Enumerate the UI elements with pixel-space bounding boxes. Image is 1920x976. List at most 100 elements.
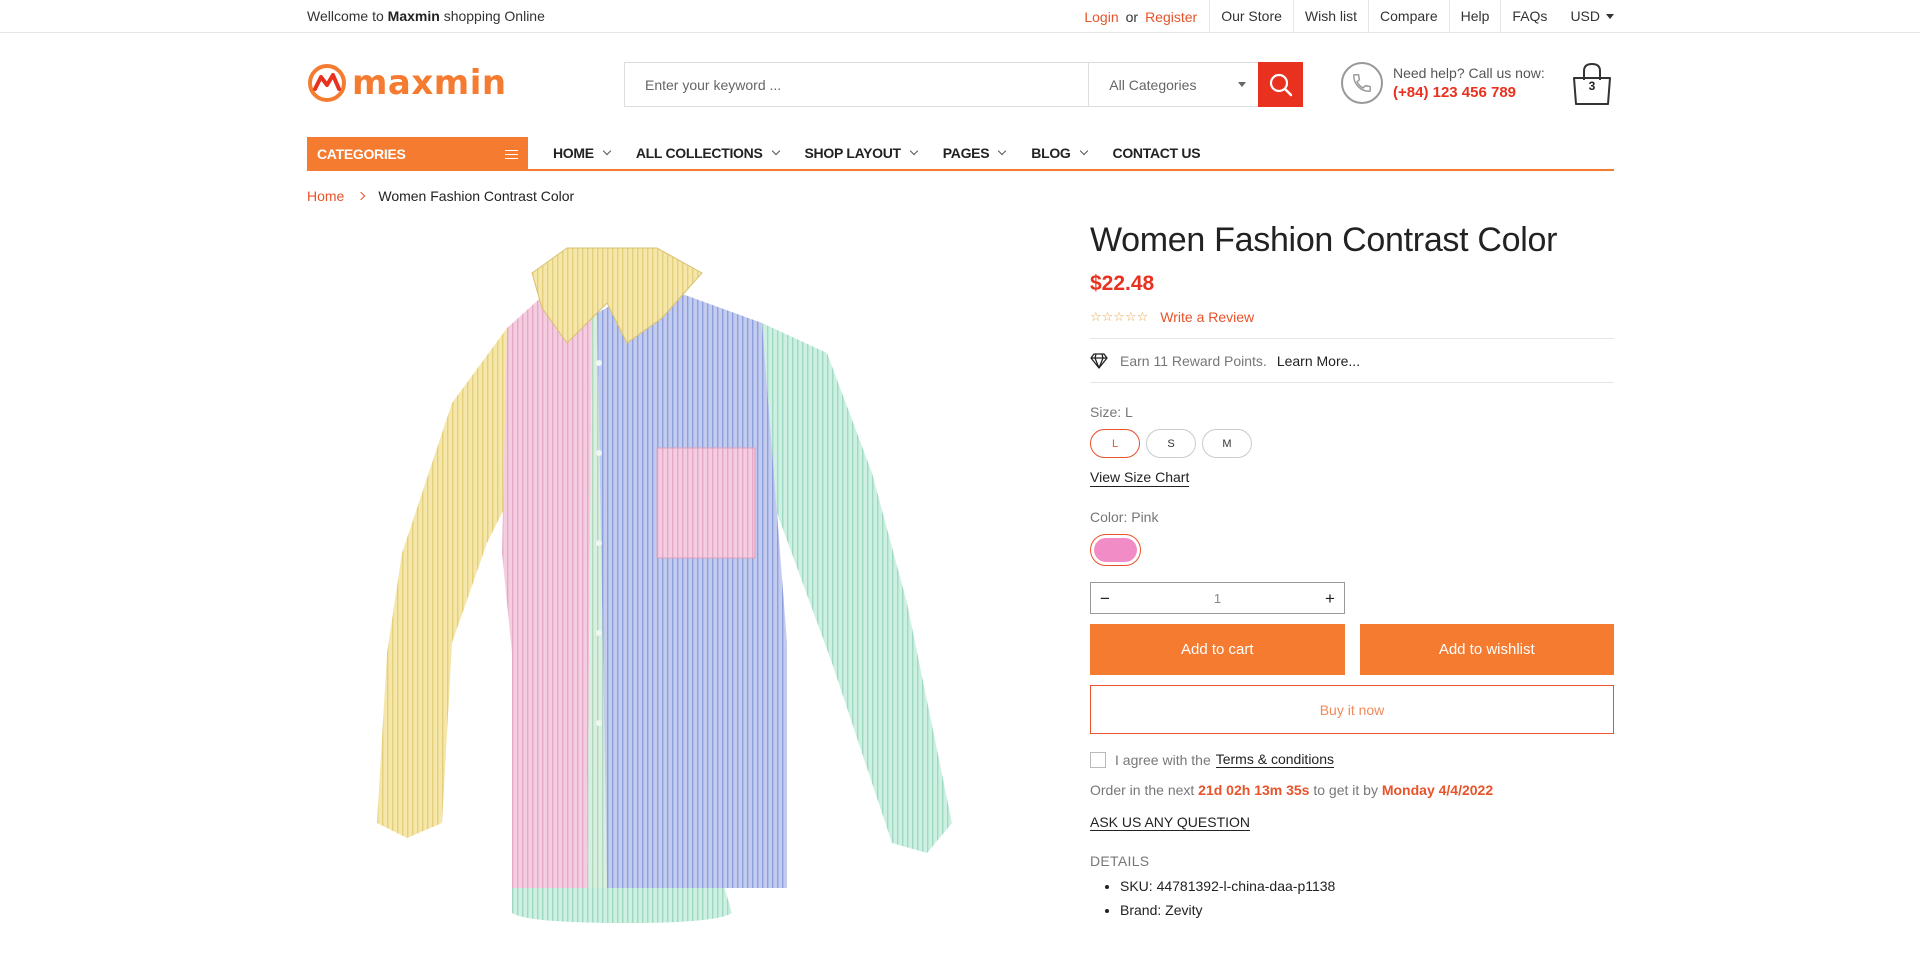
- view-size-chart-link[interactable]: View Size Chart: [1090, 469, 1190, 487]
- nav-item-all-collections[interactable]: ALL COLLECTIONS: [635, 145, 780, 161]
- welcome-prefix: Wellcome to: [307, 8, 384, 24]
- login-link[interactable]: Login: [1084, 9, 1118, 25]
- nav-item-label: BLOG: [1031, 145, 1071, 161]
- chevron-down-icon: [602, 146, 612, 156]
- cart-count: 3: [1588, 79, 1596, 93]
- product-image[interactable]: [307, 223, 1091, 976]
- nav-item-label: HOME: [553, 145, 594, 161]
- buy-now-button[interactable]: Buy it now: [1090, 685, 1614, 734]
- welcome-suffix: shopping Online: [443, 8, 545, 24]
- logo-icon: [308, 64, 346, 102]
- reward-points: Earn 11 Reward Points. Learn More...: [1090, 338, 1614, 383]
- nav-item-shop-layout[interactable]: SHOP LAYOUT: [804, 145, 919, 161]
- register-link[interactable]: Register: [1145, 9, 1197, 25]
- main-nav: CATEGORIES HOME ALL COLLECTIONS SHOP LAY…: [307, 137, 1614, 171]
- currency-value: USD: [1570, 8, 1600, 24]
- compare-link[interactable]: Compare: [1368, 0, 1449, 33]
- order-countdown: Order in the next 21d 02h 13m 35s to get…: [1090, 782, 1614, 798]
- phone-icon: [1341, 62, 1383, 104]
- logo-text: maxmin: [352, 63, 507, 103]
- learn-more-link[interactable]: Learn More...: [1277, 353, 1360, 369]
- nav-item-blog[interactable]: BLOG: [1031, 145, 1088, 161]
- color-label: Color: Pink: [1090, 509, 1159, 525]
- terms-checkbox[interactable]: [1090, 751, 1106, 768]
- size-option-l[interactable]: L: [1090, 429, 1140, 458]
- shirt-illustration: [377, 247, 952, 923]
- size-option-m[interactable]: M: [1202, 429, 1252, 458]
- search-button[interactable]: [1258, 62, 1303, 107]
- category-select-value: All Categories: [1109, 76, 1197, 93]
- or-text: or: [1125, 8, 1139, 25]
- chevron-down-icon: [1079, 146, 1088, 156]
- breadcrumb: Home Women Fashion Contrast Color: [307, 188, 574, 204]
- nav-item-contact-us[interactable]: CONTACT US: [1113, 145, 1201, 161]
- nav-item-label: SHOP LAYOUT: [804, 145, 902, 161]
- breadcrumb-current: Women Fashion Contrast Color: [378, 188, 575, 204]
- our-store-link[interactable]: Our Store: [1209, 0, 1293, 33]
- help-phone[interactable]: (+84) 123 456 789: [1393, 84, 1545, 101]
- nav-item-label: PAGES: [942, 145, 990, 161]
- breadcrumb-home[interactable]: Home: [307, 188, 344, 204]
- chevron-down-icon: [909, 146, 919, 156]
- chevron-down-icon: [771, 146, 780, 156]
- detail-sku: SKU: 44781392-l-china-daa-p1138: [1120, 878, 1614, 894]
- categories-menu-button[interactable]: CATEGORIES: [307, 137, 528, 171]
- add-to-wishlist-button[interactable]: Add to wishlist: [1359, 624, 1614, 675]
- top-bar: Wellcome to Maxmin shopping Online Login…: [0, 0, 1920, 33]
- order-mid: to get it by: [1313, 782, 1378, 798]
- help-contact: Need help? Call us now: (+84) 123 456 78…: [1341, 62, 1545, 104]
- agree-text: I agree with the: [1115, 751, 1211, 768]
- write-review-link[interactable]: Write a Review: [1160, 309, 1254, 325]
- order-prefix: Order in the next: [1090, 782, 1195, 798]
- qty-minus-button[interactable]: −: [1100, 590, 1110, 607]
- size-label: Size: L: [1090, 404, 1133, 420]
- auth-links: Login or Register: [1084, 9, 1209, 25]
- rating: ☆☆☆☆☆ Write a Review: [1090, 308, 1614, 326]
- search-bar: All Categories: [624, 62, 1303, 107]
- cart-button[interactable]: 3: [1571, 62, 1613, 106]
- terms-link[interactable]: Terms & conditions: [1215, 751, 1335, 768]
- qty-input[interactable]: 1: [1214, 591, 1221, 606]
- product-title: Women Fashion Contrast Color: [1090, 221, 1558, 259]
- quantity-stepper: − 1 +: [1090, 582, 1345, 614]
- caret-down-icon: [1238, 82, 1247, 87]
- detail-brand: Brand: Zevity: [1120, 902, 1614, 918]
- welcome-message: Wellcome to Maxmin shopping Online: [307, 8, 545, 24]
- color-swatch-pink[interactable]: [1090, 534, 1141, 566]
- product-price: $22.48: [1090, 272, 1155, 295]
- chevron-down-icon: [998, 146, 1007, 156]
- welcome-brand: Maxmin: [387, 8, 440, 24]
- currency-selector[interactable]: USD: [1558, 0, 1614, 33]
- ask-question-link[interactable]: ASK US ANY QUESTION: [1090, 814, 1251, 831]
- action-buttons: Add to cart Add to wishlist: [1090, 624, 1614, 675]
- wishlist-link[interactable]: Wish list: [1292, 0, 1368, 33]
- product-info: Women Fashion Contrast Color $22.48 ☆☆☆☆…: [1090, 220, 1614, 926]
- details-list: SKU: 44781392-l-china-daa-p1138 Brand: Z…: [1090, 878, 1614, 918]
- search-icon: [1269, 73, 1292, 96]
- nav-item-label: ALL COLLECTIONS: [635, 145, 763, 161]
- logo[interactable]: maxmin: [307, 63, 507, 103]
- countdown-timer: 21d 02h 13m 35s: [1198, 782, 1310, 798]
- reward-text: Earn 11 Reward Points.: [1120, 352, 1267, 369]
- size-option-s[interactable]: S: [1146, 429, 1196, 458]
- delivery-date: Monday 4/4/2022: [1381, 782, 1494, 798]
- qty-plus-button[interactable]: +: [1325, 590, 1335, 607]
- size-options: L S M: [1090, 429, 1614, 458]
- add-to-cart-button[interactable]: Add to cart: [1090, 624, 1345, 675]
- help-text: Need help? Call us now:: [1393, 65, 1545, 81]
- terms-agreement: I agree with the Terms & conditions: [1090, 751, 1614, 768]
- hamburger-icon: [505, 149, 518, 159]
- search-input[interactable]: [625, 63, 1089, 106]
- chevron-right-icon: [357, 191, 366, 201]
- category-select[interactable]: All Categories: [1088, 63, 1258, 106]
- nav-item-home[interactable]: HOME: [553, 145, 612, 161]
- caret-down-icon: [1606, 14, 1614, 19]
- nav-item-pages[interactable]: PAGES: [942, 145, 1007, 161]
- diamond-icon: [1090, 352, 1108, 369]
- nav-item-label: CONTACT US: [1112, 145, 1201, 161]
- star-rating-icon[interactable]: ☆☆☆☆☆: [1090, 309, 1148, 325]
- help-link[interactable]: Help: [1448, 0, 1501, 33]
- faqs-link[interactable]: FAQs: [1500, 0, 1558, 33]
- details-heading: DETAILS: [1090, 853, 1150, 869]
- top-links: Login or Register Our Store Wish list Co…: [1084, 0, 1614, 33]
